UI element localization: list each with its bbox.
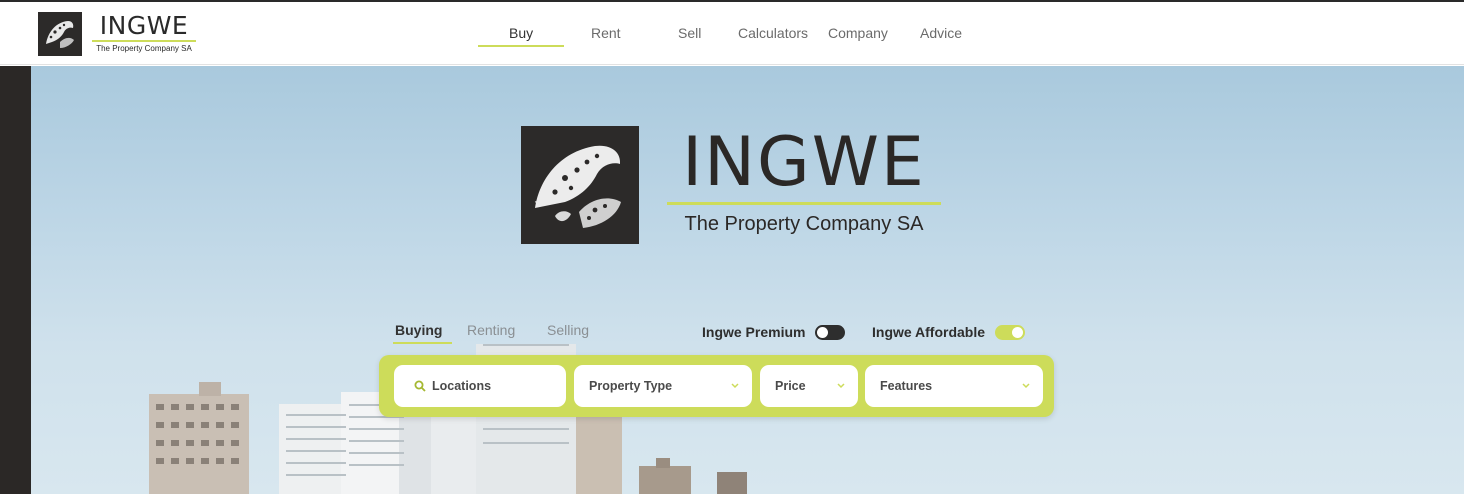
- price-select[interactable]: Price: [760, 365, 858, 407]
- locations-field[interactable]: Locations: [394, 365, 566, 407]
- affordable-toggle-group: Ingwe Affordable: [872, 324, 1026, 340]
- chevron-down-icon: [731, 383, 739, 389]
- nav-buy[interactable]: Buy: [509, 25, 533, 41]
- tab-renting[interactable]: Renting: [467, 322, 515, 338]
- tab-selling[interactable]: Selling: [547, 322, 589, 338]
- left-side-bar: [0, 66, 31, 494]
- leopard-logo-icon: [521, 126, 639, 244]
- tab-buying[interactable]: Buying: [395, 322, 442, 338]
- header-brand-underline: [92, 40, 196, 42]
- features-label: Features: [880, 379, 933, 393]
- hero-logo: INGWE The Property Company SA: [521, 126, 941, 244]
- nav-sell[interactable]: Sell: [678, 25, 701, 41]
- search-panel: Locations Property Type Price Features: [379, 355, 1054, 417]
- hero-brand-underline: [667, 202, 941, 205]
- header-brand: INGWE: [99, 11, 189, 40]
- hero-tagline: The Property Company SA: [684, 213, 924, 235]
- nav-advice[interactable]: Advice: [920, 25, 962, 41]
- property-type-label: Property Type: [589, 379, 673, 393]
- hero-brand: INGWE: [682, 123, 926, 202]
- premium-toggle-label: Ingwe Premium: [702, 324, 806, 340]
- chevron-down-icon: [1022, 383, 1030, 389]
- features-select[interactable]: Features: [865, 365, 1043, 407]
- chevron-down-icon: [837, 383, 845, 389]
- hero-section: INGWE The Property Company SA Buying Ren…: [31, 66, 1464, 494]
- header-tagline: The Property Company SA: [96, 44, 192, 53]
- price-label: Price: [775, 379, 806, 393]
- premium-toggle[interactable]: [815, 324, 846, 340]
- header-logo[interactable]: INGWE The Property Company SA: [38, 12, 196, 56]
- nav-active-underline: [478, 45, 564, 47]
- property-type-select[interactable]: Property Type: [574, 365, 752, 407]
- nav-calculators[interactable]: Calculators: [738, 25, 808, 41]
- site-header: INGWE The Property Company SA Buy Rent S…: [0, 2, 1464, 65]
- nav-rent[interactable]: Rent: [591, 25, 621, 41]
- premium-toggle-group: Ingwe Premium: [702, 324, 846, 340]
- leopard-logo-icon: [38, 12, 82, 56]
- nav-company[interactable]: Company: [828, 25, 888, 41]
- search-icon: [414, 380, 426, 392]
- affordable-toggle[interactable]: [995, 324, 1026, 340]
- locations-label: Locations: [432, 379, 492, 393]
- affordable-toggle-label: Ingwe Affordable: [872, 324, 986, 340]
- tab-active-underline: [393, 342, 452, 344]
